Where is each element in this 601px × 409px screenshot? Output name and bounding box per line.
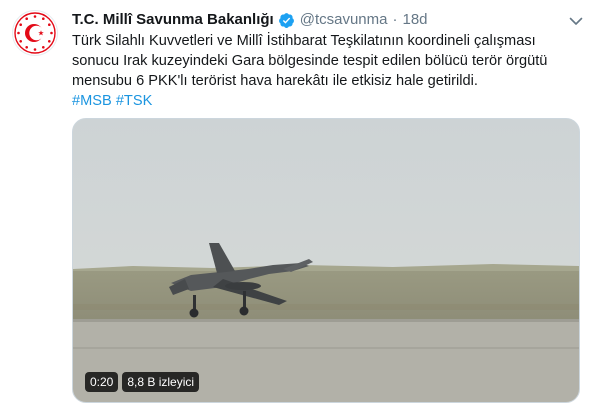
hashtag-list: #MSB #TSK <box>72 91 152 111</box>
video-view-count: 8,8 B izleyici <box>122 372 200 392</box>
tweet-text-line: mensubu 6 PKK'lı terörist hava harekâtı … <box>72 73 478 89</box>
hashtag-link[interactable]: #TSK <box>116 93 153 109</box>
tweet-text-line: Türk Silahlı Kuvvetleri ve Millî İstihba… <box>72 33 536 49</box>
avatar[interactable] <box>12 10 58 56</box>
video-info-overlay: 0:20 8,8 B izleyici <box>85 372 200 392</box>
separator-dot: · <box>392 11 398 28</box>
tweet-text-line: sonucu Irak kuzeyindeki Gara bölgesinde … <box>72 53 548 69</box>
tweet-text: Türk Silahlı Kuvvetleri ve Millî İstihba… <box>72 31 588 91</box>
video-player[interactable]: 0:20 8,8 B izleyici <box>72 118 580 403</box>
tweet-header: T.C. Millî Savunma Bakanlığı @tcsavunma … <box>72 10 428 30</box>
chevron-down-icon[interactable] <box>567 12 585 30</box>
video-thumbnail <box>73 119 579 402</box>
author-name[interactable]: T.C. Millî Savunma Bakanlığı <box>72 10 274 30</box>
tweet-time[interactable]: 18d <box>402 10 427 30</box>
hashtag-link[interactable]: #MSB <box>72 93 112 109</box>
verified-badge-icon <box>278 12 294 28</box>
tweet[interactable]: T.C. Millî Savunma Bakanlığı @tcsavunma … <box>0 0 601 409</box>
author-handle[interactable]: @tcsavunma <box>300 10 388 30</box>
video-duration: 0:20 <box>85 372 119 392</box>
ministry-emblem-icon <box>14 12 56 54</box>
